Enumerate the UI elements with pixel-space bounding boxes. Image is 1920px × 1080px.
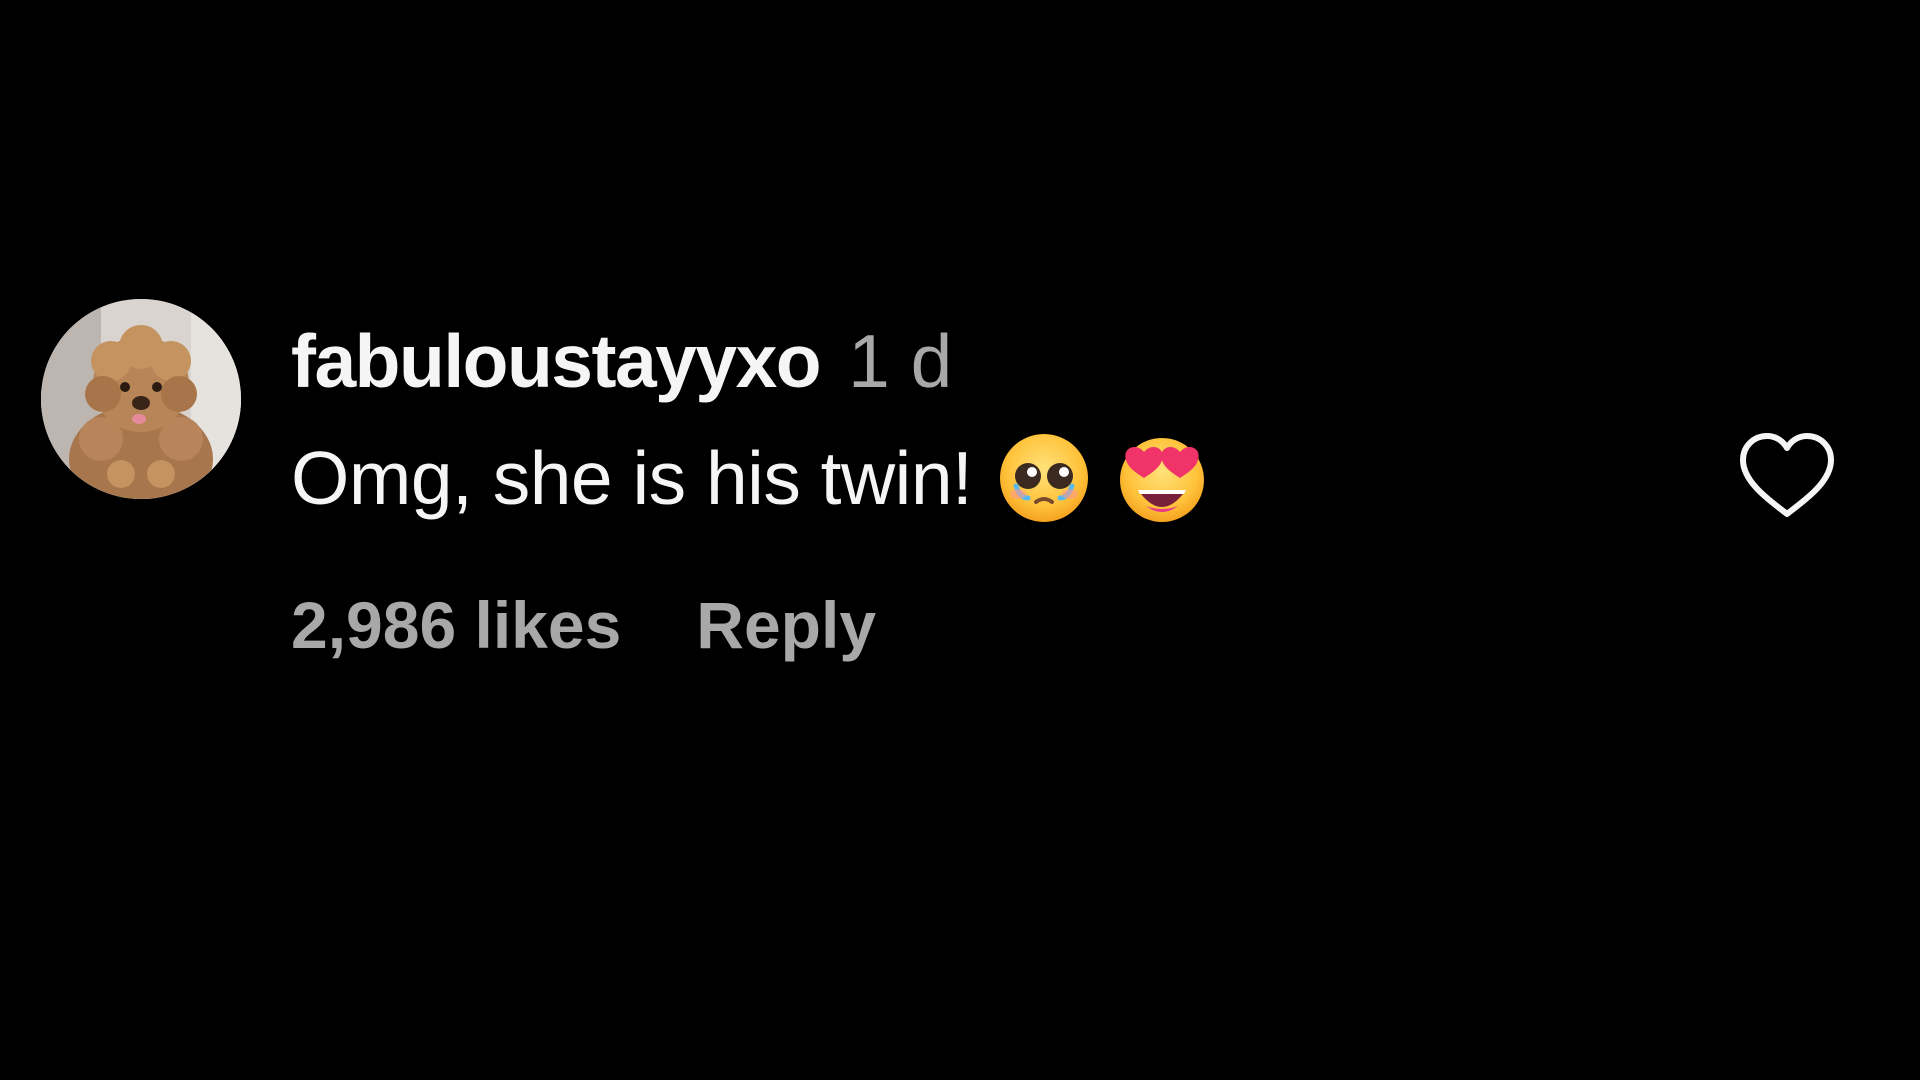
comment-actions: 2,986 likes Reply bbox=[291, 580, 876, 670]
pleading-face-tears-icon bbox=[998, 432, 1090, 524]
heart-eyes-icon bbox=[1116, 432, 1208, 524]
timestamp: 1 d bbox=[848, 319, 953, 403]
comment-item: fabuloustayyxo 1 d Omg, she is his twin! bbox=[0, 0, 1920, 1080]
avatar[interactable] bbox=[41, 299, 241, 499]
heart-outline-icon[interactable] bbox=[1735, 428, 1839, 524]
comment-text: Omg, she is his twin! bbox=[291, 436, 973, 520]
likes-count[interactable]: 2,986 likes bbox=[291, 587, 621, 663]
comment-body: Omg, she is his twin! bbox=[291, 428, 1208, 528]
comment-header: fabuloustayyxo 1 d bbox=[291, 318, 952, 408]
reply-button[interactable]: Reply bbox=[696, 587, 876, 663]
poodle-avatar-image bbox=[41, 299, 241, 499]
username-link[interactable]: fabuloustayyxo bbox=[291, 318, 822, 404]
